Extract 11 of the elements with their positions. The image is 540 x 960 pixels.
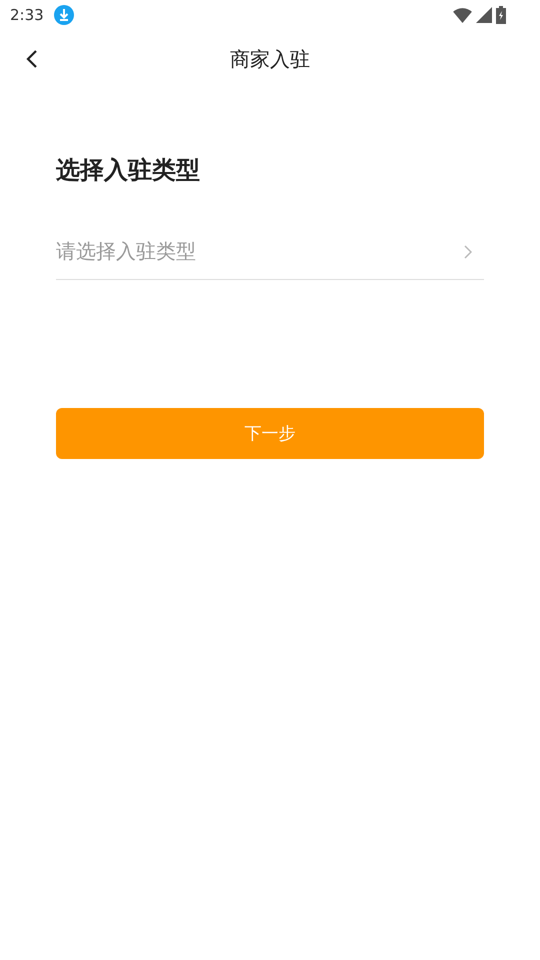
wifi-icon xyxy=(453,8,472,22)
next-button[interactable]: 下一步 xyxy=(56,408,484,459)
status-time: 2:33 xyxy=(10,6,44,24)
page-title: 商家入驻 xyxy=(230,46,310,72)
type-select[interactable]: 请选择入驻类型 xyxy=(56,224,484,280)
download-icon xyxy=(54,5,74,25)
chevron-icon xyxy=(464,244,472,258)
battery-icon xyxy=(496,6,506,24)
back-icon[interactable] xyxy=(26,49,38,69)
section-heading: 选择入驻类型 xyxy=(56,155,201,186)
signal-icon xyxy=(476,7,492,23)
